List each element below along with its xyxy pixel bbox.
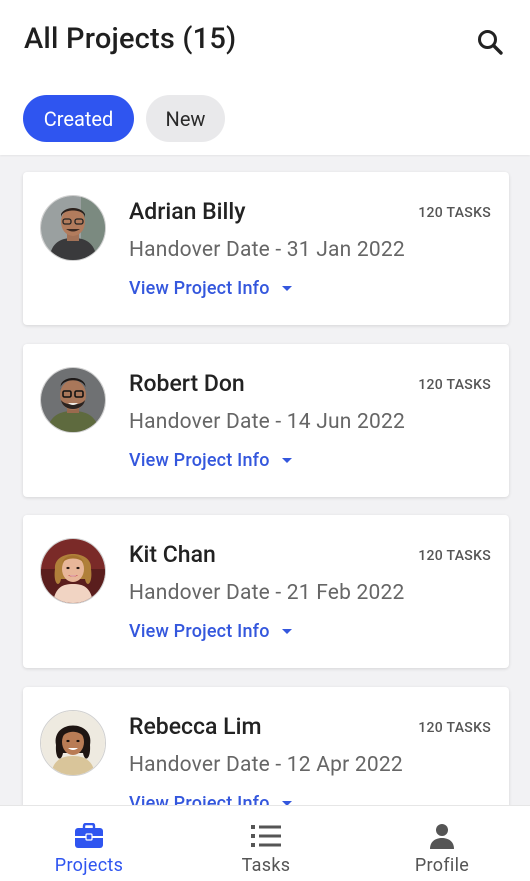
view-project-info-link[interactable]: View Project Info bbox=[129, 450, 292, 471]
handover-date: Handover Date - 14 Jun 2022 bbox=[129, 410, 405, 434]
project-card[interactable]: Adrian Billy 120 TASKS Handover Date - 3… bbox=[23, 172, 509, 325]
task-count: 120 TASKS bbox=[418, 720, 491, 736]
project-owner-name: Rebecca Lim bbox=[129, 713, 262, 740]
project-owner-name: Robert Don bbox=[129, 370, 245, 397]
avatar bbox=[40, 195, 106, 261]
bottom-navigation: Projects Tasks Profile bbox=[0, 805, 530, 881]
caret-down-icon bbox=[281, 286, 292, 291]
view-project-info-label: View Project Info bbox=[129, 450, 270, 471]
avatar bbox=[40, 538, 106, 604]
task-count: 120 TASKS bbox=[418, 548, 491, 564]
app-header: All Projects (15) Created New bbox=[0, 0, 530, 155]
nav-projects[interactable]: Projects bbox=[1, 806, 177, 881]
nav-tasks[interactable]: Tasks bbox=[178, 806, 354, 881]
handover-date: Handover Date - 21 Feb 2022 bbox=[129, 581, 405, 605]
nav-profile-label: Profile bbox=[414, 855, 470, 876]
person-icon bbox=[429, 822, 455, 850]
filter-chip-new[interactable]: New bbox=[146, 95, 225, 142]
list-icon bbox=[251, 822, 281, 850]
view-project-info-link[interactable]: View Project Info bbox=[129, 278, 292, 299]
task-count: 120 TASKS bbox=[418, 205, 491, 221]
project-owner-name: Adrian Billy bbox=[129, 198, 246, 225]
search-button[interactable] bbox=[474, 26, 506, 58]
nav-profile[interactable]: Profile bbox=[354, 806, 530, 881]
project-owner-name: Kit Chan bbox=[129, 541, 216, 568]
view-project-info-label: View Project Info bbox=[129, 621, 270, 642]
view-project-info-label: View Project Info bbox=[129, 278, 270, 299]
nav-projects-label: Projects bbox=[54, 855, 124, 876]
view-project-info-label: View Project Info bbox=[129, 793, 270, 805]
search-icon bbox=[478, 30, 503, 55]
view-project-info-link[interactable]: View Project Info bbox=[129, 793, 292, 805]
project-list[interactable]: Adrian Billy 120 TASKS Handover Date - 3… bbox=[0, 155, 530, 805]
filter-chip-created[interactable]: Created bbox=[23, 95, 134, 142]
page-title: All Projects (15) bbox=[24, 22, 237, 56]
project-card[interactable]: Rebecca Lim 120 TASKS Handover Date - 12… bbox=[23, 687, 509, 805]
avatar bbox=[40, 710, 106, 776]
project-card[interactable]: Robert Don 120 TASKS Handover Date - 14 … bbox=[23, 344, 509, 497]
project-card[interactable]: Kit Chan 120 TASKS Handover Date - 21 Fe… bbox=[23, 515, 509, 668]
handover-date: Handover Date - 12 Apr 2022 bbox=[129, 753, 403, 777]
view-project-info-link[interactable]: View Project Info bbox=[129, 621, 292, 642]
briefcase-icon bbox=[74, 822, 104, 850]
handover-date: Handover Date - 31 Jan 2022 bbox=[129, 238, 405, 262]
caret-down-icon bbox=[281, 629, 292, 634]
nav-tasks-label: Tasks bbox=[241, 855, 291, 876]
avatar bbox=[40, 367, 106, 433]
caret-down-icon bbox=[281, 458, 292, 463]
task-count: 120 TASKS bbox=[418, 377, 491, 393]
